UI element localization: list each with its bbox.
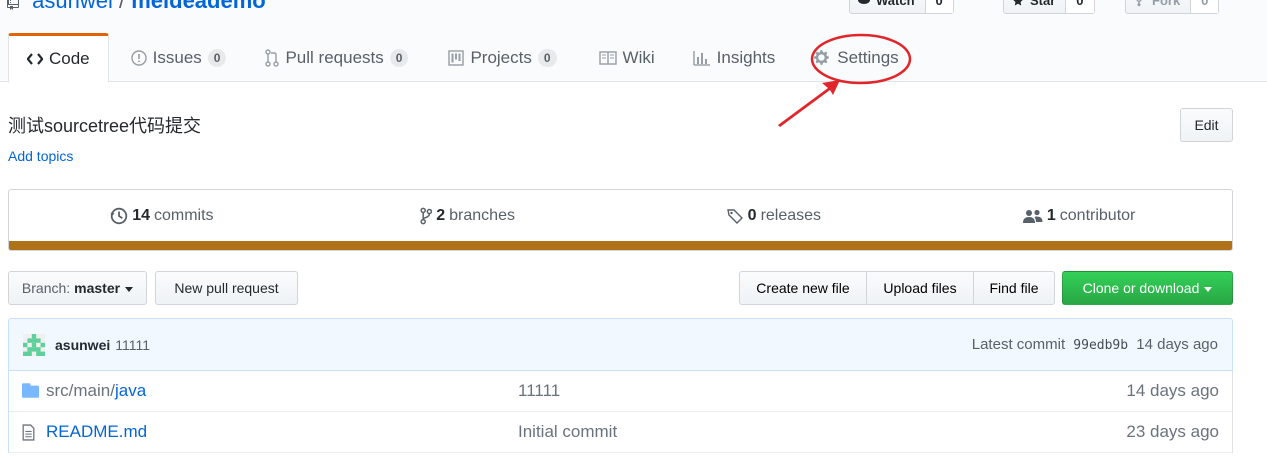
watch-label: Watch xyxy=(876,0,915,8)
avatar[interactable] xyxy=(23,333,45,356)
file-path-name: README.md xyxy=(46,422,148,441)
caret-down-icon xyxy=(1204,286,1213,292)
eye-icon xyxy=(858,0,870,4)
tab-wiki[interactable]: Wiki xyxy=(571,33,669,82)
latest-commit-bar: asunwei 11111 Latest commit 99edb9b 14 d… xyxy=(8,318,1233,371)
fork-count[interactable]: 0 xyxy=(1191,0,1219,13)
annotation-arrow xyxy=(778,80,840,127)
releases-count: 0 xyxy=(747,206,757,224)
issues-count-badge: 0 xyxy=(207,48,227,67)
file-commit-message[interactable]: 11111 xyxy=(518,381,560,401)
commit-author-link[interactable]: asunwei xyxy=(55,337,110,353)
watch-count[interactable]: 0 xyxy=(925,0,953,13)
releases-link[interactable]: 0 releases xyxy=(621,190,927,241)
table-row: README.md Initial commit 23 days ago xyxy=(9,412,1232,453)
clone-or-download-button[interactable]: Clone or download xyxy=(1062,271,1233,305)
tab-projects[interactable]: Projects 0 xyxy=(422,33,570,82)
file-name-link[interactable]: README.md xyxy=(46,422,147,442)
gear-icon xyxy=(814,50,830,65)
contributors-label: contributor xyxy=(1059,206,1136,224)
tab-insights-label: Insights xyxy=(716,47,776,67)
commits-link[interactable]: 14 commits xyxy=(9,190,315,241)
edit-description-button[interactable]: Edit xyxy=(1180,108,1233,142)
file-path-prefix: src/main/ xyxy=(46,381,115,400)
issue-icon xyxy=(130,49,147,66)
projects-count-badge: 0 xyxy=(537,48,557,67)
contributors-count: 1 xyxy=(1046,206,1056,224)
fork-button[interactable]: Fork 0 xyxy=(1125,0,1220,14)
branch-name: master xyxy=(74,280,121,296)
tab-issues[interactable]: Issues 0 xyxy=(109,33,241,82)
file-commit-message[interactable]: Initial commit xyxy=(518,422,617,442)
star-button[interactable]: Star 0 xyxy=(1003,0,1095,14)
tab-settings-label: Settings xyxy=(837,47,899,67)
fork-label: Fork xyxy=(1152,0,1181,8)
table-row: src/main/java 11111 14 days ago xyxy=(9,371,1232,412)
star-icon xyxy=(1013,0,1023,6)
latest-commit-info: Latest commit 99edb9b 14 days ago xyxy=(972,336,1218,353)
repo-separator: / xyxy=(118,0,126,13)
tab-pull-requests[interactable]: Pull requests 0 xyxy=(240,33,422,82)
repo-icon xyxy=(7,0,19,11)
tab-pull-requests-label: Pull requests xyxy=(285,47,384,67)
contributors-link[interactable]: 1 contributor xyxy=(926,190,1232,241)
project-icon xyxy=(448,49,465,66)
tab-settings[interactable]: Settings xyxy=(789,33,912,82)
repo-title: asunwei / meideademo xyxy=(6,0,266,14)
clone-label: Clone or download xyxy=(1082,280,1200,296)
file-path-name: java xyxy=(114,381,147,400)
tag-icon xyxy=(726,208,743,224)
people-icon xyxy=(1022,209,1043,223)
branch-icon xyxy=(420,207,433,224)
tab-code[interactable]: Code xyxy=(8,33,109,83)
upload-files-button[interactable]: Upload files xyxy=(866,271,974,305)
star-count[interactable]: 0 xyxy=(1066,0,1094,13)
file-icon xyxy=(22,424,35,441)
find-file-button[interactable]: Find file xyxy=(973,271,1055,305)
commits-label: commits xyxy=(153,206,214,224)
latest-commit-prefix: Latest commit xyxy=(971,336,1066,353)
language-bar[interactable] xyxy=(9,241,1232,250)
pull-request-icon xyxy=(265,48,280,67)
branch-prefix: Branch: xyxy=(21,280,71,296)
add-topics-link[interactable]: Add topics xyxy=(8,148,73,164)
new-pull-request-button[interactable]: New pull request xyxy=(155,271,298,305)
pull-requests-count-badge: 0 xyxy=(389,48,409,67)
file-age: 14 days ago xyxy=(1126,381,1219,400)
folder-icon xyxy=(22,383,39,398)
branches-link[interactable]: 2 branches xyxy=(315,190,621,241)
caret-down-icon xyxy=(125,286,134,292)
file-actions-group: Create new file Upload files Find file xyxy=(739,271,1055,305)
branches-count: 2 xyxy=(436,206,446,224)
repo-name-link[interactable]: meideademo xyxy=(131,0,266,13)
file-name-link[interactable]: src/main/java xyxy=(46,381,146,401)
watch-button[interactable]: Watch 0 xyxy=(849,0,954,14)
tab-code-label: Code xyxy=(49,49,90,68)
repo-summary: 14 commits 2 branches 0 releases 1 contr… xyxy=(8,189,1233,251)
repo-nav-tabs: Code Issues 0 Pull requests 0 Projects 0… xyxy=(8,33,913,83)
file-list: src/main/java 11111 14 days ago README.m… xyxy=(8,371,1233,453)
tab-insights[interactable]: Insights xyxy=(669,33,790,82)
star-label: Star xyxy=(1030,0,1056,8)
tab-issues-label: Issues xyxy=(152,47,202,67)
repo-owner-link[interactable]: asunwei xyxy=(32,0,113,13)
file-age: 23 days ago xyxy=(1126,422,1219,441)
repo-description: 测试sourcetree代码提交 xyxy=(8,116,202,136)
branch-select-button[interactable]: Branch: master xyxy=(8,271,147,305)
create-new-file-button[interactable]: Create new file xyxy=(739,271,867,305)
fork-icon xyxy=(1136,0,1142,7)
book-icon xyxy=(598,50,617,65)
commit-message-link[interactable]: 11111 xyxy=(115,337,150,353)
code-icon xyxy=(27,53,43,65)
latest-commit-age: 14 days ago xyxy=(1136,336,1218,353)
branches-label: branches xyxy=(449,206,515,224)
commits-count: 14 xyxy=(132,206,150,224)
commit-sha-link[interactable]: 99edb9b xyxy=(1073,338,1128,353)
releases-label: releases xyxy=(760,206,822,224)
graph-icon xyxy=(692,50,710,66)
tab-wiki-label: Wiki xyxy=(622,47,655,67)
history-icon xyxy=(110,207,128,224)
tab-projects-label: Projects xyxy=(470,47,532,67)
